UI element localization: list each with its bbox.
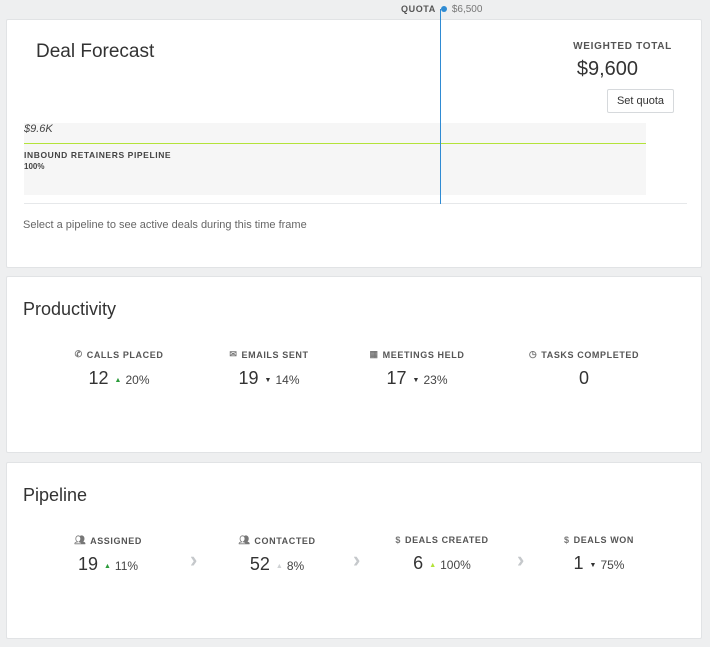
metric-label: EMAILS SENT [241,349,309,360]
metric-change: 100% [440,558,471,572]
metric-deals-won: $ DEALS WON 1 ▼ 75% [524,535,674,574]
pipeline-name: INBOUND RETAINERS PIPELINE [24,150,172,160]
productivity-title: Productivity [23,299,117,319]
metric-emails-sent: ✉ EMAILS SENT 19 ▼ 14% [194,349,344,389]
people-icon: 👥︎ [74,535,87,545]
trend-down-icon: ▼ [264,377,272,384]
metric-calls-placed: ✆ CALLS PLACED 12 ▲ 20% [44,349,194,389]
pipeline-card: Pipeline 👥︎ ASSIGNED 19 ▲ 11% › 👥︎ CONTACTE… [6,462,702,639]
metric-tasks-completed: ◷ TASKS COMPLETED 0 [509,349,659,389]
metric-deals-created: $ DEALS CREATED 6 ▲ 100% [367,535,517,574]
metric-label: TASKS COMPLETED [541,349,640,360]
metric-change: 20% [125,373,150,387]
pipeline-hint: Select a pipeline to see active deals du… [23,219,307,231]
set-quota-button[interactable]: Set quota [607,89,674,113]
metric-meetings-held: ▦ MEETINGS HELD 17 ▼ 23% [342,349,492,389]
metric-value: 1 [573,553,584,573]
metric-value: 6 [413,553,424,573]
dollar-icon: $ [395,535,401,545]
forecast-title: Deal Forecast [36,41,155,62]
metric-change: 8% [286,559,305,573]
pipeline-line [24,143,646,144]
quota-marker: QUOTA $6,500 [401,3,482,15]
people-icon: 👥︎ [238,535,251,545]
metric-contacted: 👥︎ CONTACTED 52 ▲ 8% [202,535,352,575]
metric-assigned: 👥︎ ASSIGNED 19 ▲ 11% [33,535,183,575]
pipeline-title: Pipeline [23,485,88,505]
trend-down-icon: ▼ [589,562,597,569]
metric-change: 11% [114,559,139,573]
pipeline-amount: $9.6K [24,123,53,135]
chevron-right-icon: › [190,547,198,572]
metric-value: 52 [249,554,270,574]
clock-icon: ◷ [528,349,538,359]
metric-change: 14% [275,373,300,387]
metric-value: 12 [88,368,109,388]
quota-value: $6,500 [451,3,483,15]
pipeline-forecast-bar[interactable]: $9.6K INBOUND RETAINERS PIPELINE 100% [24,123,646,195]
metric-value: 17 [386,368,407,388]
quota-line [440,9,441,204]
metric-change: 75% [600,558,625,572]
weighted-total-label: WEIGHTED TOTAL [573,41,672,52]
envelope-icon: ✉ [229,349,238,359]
trend-up-icon: ▲ [114,377,122,384]
trend-down-icon: ▼ [412,377,420,384]
metric-label: DEALS CREATED [404,535,489,545]
pipeline-percentage: 100% [24,162,45,171]
divider [24,203,687,204]
metric-label: DEALS WON [573,535,634,545]
metric-label: CALLS PLACED [86,349,164,360]
quota-dot-icon [440,6,447,12]
metric-label: CONTACTED [254,535,316,546]
metric-value: 0 [578,368,589,388]
chevron-right-icon: › [353,547,361,572]
weighted-total-value: $9,600 [576,58,638,80]
metric-value: 19 [238,368,259,388]
phone-icon: ✆ [74,349,83,359]
dollar-icon: $ [563,535,570,545]
calendar-icon: ▦ [369,349,379,359]
metric-change: 23% [423,373,448,387]
deal-forecast-card: Deal Forecast WEIGHTED TOTAL $9,600 Set … [6,19,702,268]
metric-label: ASSIGNED [90,535,142,546]
trend-neutral-icon: ▲ [275,563,283,570]
trend-up-icon: ▲ [429,562,437,569]
metric-label: MEETINGS HELD [382,349,465,360]
productivity-card: Productivity ✆ CALLS PLACED 12 ▲ 20% ✉ EMAI… [6,276,702,453]
quota-label: QUOTA [401,4,436,14]
trend-up-icon: ▲ [103,563,111,570]
metric-value: 19 [77,554,98,574]
